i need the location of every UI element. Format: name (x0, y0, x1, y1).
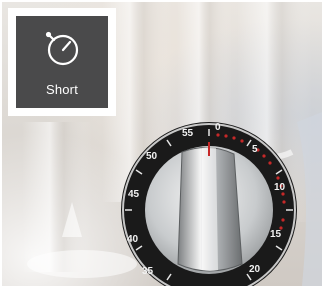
dial-mark-40: 40 (127, 234, 139, 245)
dial-mark-20: 20 (249, 264, 261, 275)
dial-mark-55: 55 (182, 128, 194, 139)
stopwatch-icon (45, 31, 79, 66)
dial-mark-0: 0 (215, 122, 221, 133)
dial-mark-45: 45 (128, 189, 140, 200)
dial-mark-50: 50 (146, 151, 158, 162)
program-label: Short (45, 82, 79, 97)
dial-mark-35: 35 (142, 266, 154, 277)
program-card[interactable]: 55 0 5 10 15 20 35 40 45 50 Short (0, 0, 324, 288)
dial-mark-5: 5 (252, 144, 258, 155)
dial-mark-10: 10 (274, 182, 286, 193)
dial-mark-15: 15 (270, 229, 282, 240)
program-badge[interactable]: Short (16, 16, 108, 108)
